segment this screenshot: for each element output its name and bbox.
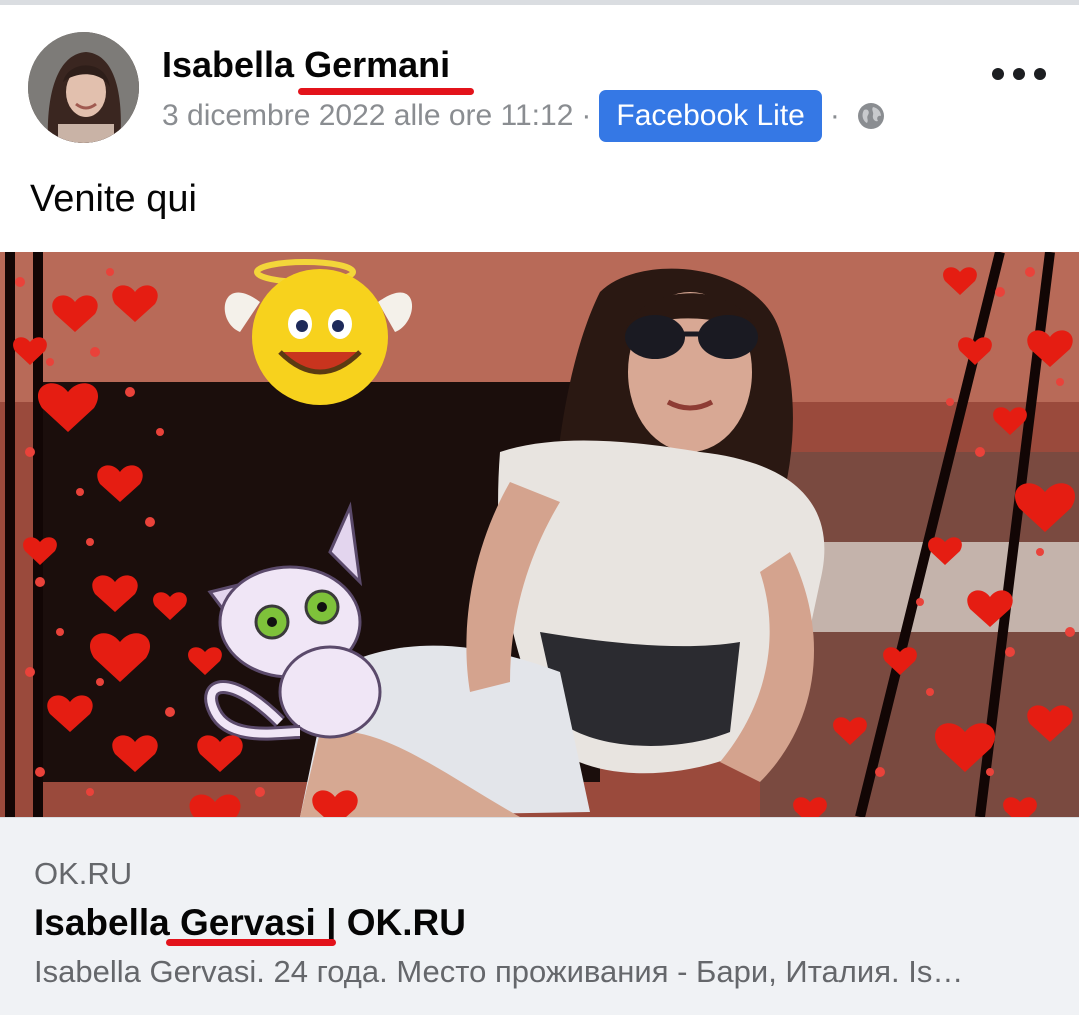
post-photo[interactable] — [0, 252, 1079, 817]
photo-illustration — [0, 252, 1079, 817]
more-horizontal-icon[interactable] — [992, 60, 1046, 88]
link-domain: OK.RU — [34, 856, 133, 891]
link-preview-card[interactable]: OK.RU Isabella Gervasi | OK.RU Isabella … — [0, 817, 1079, 1015]
globe-icon[interactable] — [856, 101, 886, 131]
post-text: Venite qui — [30, 178, 197, 220]
link-description: Isabella Gervasi. 24 года. Место прожива… — [34, 954, 964, 989]
top-divider — [0, 0, 1079, 5]
meta-separator: · — [829, 99, 840, 132]
avatar[interactable] — [28, 32, 139, 143]
post-meta: 3 dicembre 2022 alle ore 11:12 · Faceboo… — [162, 90, 886, 142]
author-name[interactable]: Isabella Germani — [162, 44, 450, 86]
avatar-photo — [28, 32, 139, 143]
facebook-lite-badge: Facebook Lite — [599, 90, 822, 142]
annotation-underline-link-title — [166, 939, 336, 946]
post-timestamp[interactable]: 3 dicembre 2022 alle ore 11:12 — [162, 99, 573, 133]
link-title[interactable]: Isabella Gervasi | OK.RU — [34, 902, 466, 944]
meta-separator: · — [581, 99, 592, 132]
